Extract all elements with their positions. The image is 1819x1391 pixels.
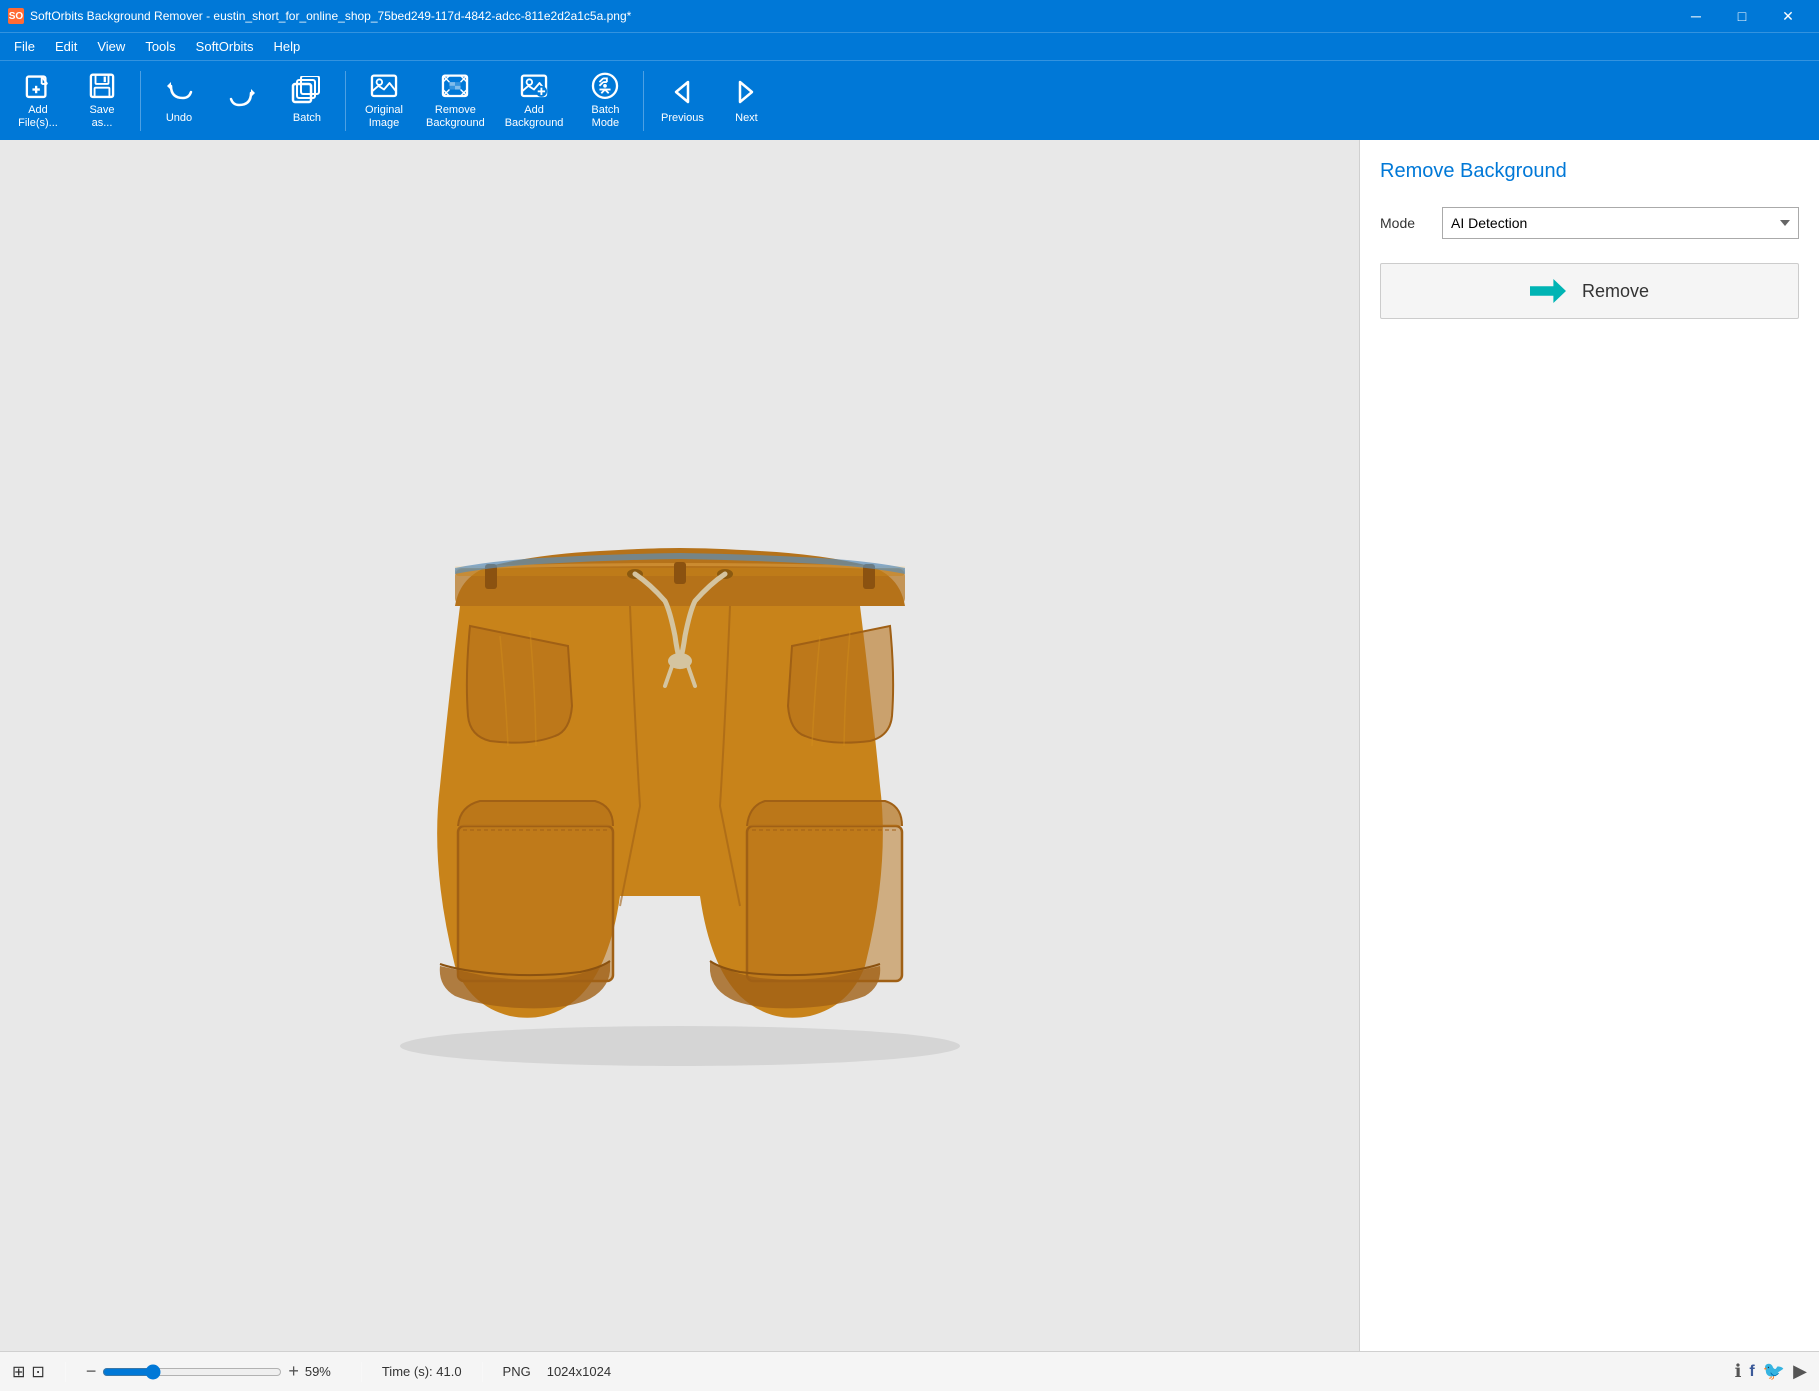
app-icon: SO <box>8 8 24 24</box>
next-icon <box>730 76 762 108</box>
toolbar-divider-2 <box>345 71 346 131</box>
menu-softorbits[interactable]: SoftOrbits <box>186 35 264 58</box>
status-divider-3 <box>482 1362 483 1382</box>
menu-file[interactable]: File <box>4 35 45 58</box>
remove-arrow-icon <box>1530 279 1566 303</box>
remove-button[interactable]: Remove <box>1380 263 1799 319</box>
add-files-button[interactable]: AddFile(s)... <box>8 65 68 137</box>
save-as-label: Saveas... <box>89 104 114 130</box>
main-area: Remove Background Mode AI Detection Manu… <box>0 140 1819 1351</box>
add-background-button[interactable]: AddBackground <box>497 65 572 137</box>
grid-view-icon[interactable]: ⊞ <box>12 1362 25 1382</box>
next-button[interactable]: Next <box>716 65 776 137</box>
original-image-label: OriginalImage <box>365 104 403 130</box>
titlebar: SO SoftOrbits Background Remover - eusti… <box>0 0 1819 32</box>
undo-label: Undo <box>166 112 192 125</box>
mode-label: Mode <box>1380 215 1430 231</box>
remove-background-button[interactable]: RemoveBackground <box>418 65 493 137</box>
add-files-label: AddFile(s)... <box>18 104 58 130</box>
info-icon[interactable]: ℹ <box>1735 1361 1742 1382</box>
zoom-plus-button[interactable]: + <box>288 1361 299 1382</box>
shorts-svg <box>340 406 1020 1086</box>
original-image-button[interactable]: OriginalImage <box>354 65 414 137</box>
zoom-minus-button[interactable]: − <box>86 1361 97 1382</box>
status-divider-2 <box>361 1362 362 1382</box>
image-display <box>340 406 1020 1086</box>
redo-icon <box>227 83 259 115</box>
batch-mode-label: BatchMode <box>591 104 619 130</box>
menubar: File Edit View Tools SoftOrbits Help <box>0 32 1819 60</box>
mode-row: Mode AI Detection Manual Color <box>1380 207 1799 239</box>
remove-background-label: RemoveBackground <box>426 104 485 130</box>
zoom-controls: − + 59% <box>86 1361 341 1382</box>
status-divider-1 <box>65 1362 66 1382</box>
add-files-icon <box>22 71 54 101</box>
menu-tools[interactable]: Tools <box>135 35 185 58</box>
dimensions-label: 1024x1024 <box>547 1364 611 1379</box>
mode-select[interactable]: AI Detection Manual Color <box>1442 207 1799 239</box>
titlebar-left: SO SoftOrbits Background Remover - eusti… <box>8 8 631 24</box>
zoom-slider[interactable] <box>102 1364 282 1380</box>
previous-button[interactable]: Previous <box>652 65 712 137</box>
format-label: PNG <box>503 1364 531 1379</box>
previous-label: Previous <box>661 112 704 125</box>
canvas-area[interactable] <box>0 140 1359 1351</box>
right-panel: Remove Background Mode AI Detection Manu… <box>1359 140 1819 1351</box>
zoom-value: 59% <box>305 1364 341 1379</box>
redo-button[interactable] <box>213 65 273 137</box>
batch-label: Batch <box>293 112 321 125</box>
save-as-button[interactable]: Saveas... <box>72 65 132 137</box>
menu-help[interactable]: Help <box>263 35 310 58</box>
video-icon[interactable]: ▶ <box>1793 1361 1807 1382</box>
add-background-label: AddBackground <box>505 104 564 130</box>
statusbar: ⊞ ⊡ − + 59% Time (s): 41.0 PNG 1024x1024… <box>0 1351 1819 1391</box>
time-label: Time (s): 41.0 <box>382 1364 462 1379</box>
remove-button-label: Remove <box>1582 281 1649 302</box>
facebook-icon[interactable]: f <box>1749 1363 1754 1381</box>
previous-icon <box>666 76 698 108</box>
next-label: Next <box>735 112 758 125</box>
undo-icon <box>163 76 195 108</box>
menu-edit[interactable]: Edit <box>45 35 87 58</box>
view-icons: ⊞ ⊡ <box>12 1362 45 1382</box>
window-title: SoftOrbits Background Remover - eustin_s… <box>30 9 631 23</box>
original-image-icon <box>368 71 400 101</box>
add-background-icon <box>518 71 550 101</box>
frame-view-icon[interactable]: ⊡ <box>31 1362 44 1382</box>
maximize-button[interactable]: □ <box>1719 0 1765 32</box>
window-controls: ─ □ ✕ <box>1673 0 1811 32</box>
save-icon <box>86 71 118 101</box>
batch-mode-button[interactable]: BatchMode <box>575 65 635 137</box>
batch-mode-icon <box>589 71 621 101</box>
minimize-button[interactable]: ─ <box>1673 0 1719 32</box>
panel-title: Remove Background <box>1380 160 1799 183</box>
twitter-icon[interactable]: 🐦 <box>1763 1361 1785 1382</box>
undo-button[interactable]: Undo <box>149 65 209 137</box>
statusbar-right: ℹ f 🐦 ▶ <box>1735 1361 1807 1382</box>
close-button[interactable]: ✕ <box>1765 0 1811 32</box>
toolbar: AddFile(s)... Saveas... Undo <box>0 60 1819 140</box>
toolbar-divider-1 <box>140 71 141 131</box>
batch-button[interactable]: Batch <box>277 65 337 137</box>
remove-background-icon <box>439 71 471 101</box>
menu-view[interactable]: View <box>87 35 135 58</box>
batch-icon <box>291 76 323 108</box>
toolbar-divider-3 <box>643 71 644 131</box>
